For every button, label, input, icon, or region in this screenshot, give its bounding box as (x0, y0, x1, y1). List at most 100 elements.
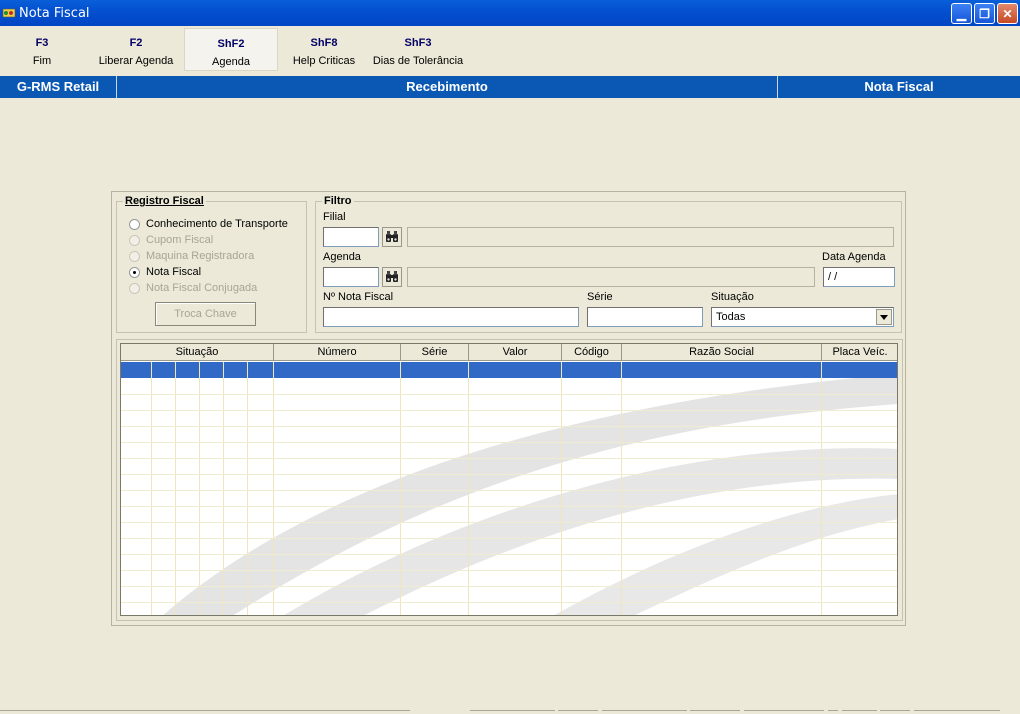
status-segment (744, 710, 824, 714)
radio-label: Nota Fiscal Conjugada (146, 282, 258, 294)
radio-cupom-fiscal[interactable]: Cupom Fiscal (129, 233, 213, 247)
app-icon[interactable] (2, 6, 16, 20)
status-segment (842, 710, 877, 714)
grid-column-line (621, 362, 622, 615)
serie-input[interactable] (587, 307, 703, 327)
fkey-key: ShF8 (310, 37, 338, 49)
serie-label: Série (587, 291, 613, 303)
grid-row-line (121, 586, 897, 587)
radio-nota-fiscal[interactable]: Nota Fiscal (129, 265, 201, 279)
grid-row-line (121, 506, 897, 507)
header-module-name: Recebimento (406, 79, 488, 94)
radio-maquina-registradora[interactable]: Maquina Registradora (129, 249, 254, 263)
grid-row-line (121, 442, 897, 443)
fkey-shf2-agenda[interactable]: ShF2 Agenda (184, 28, 278, 71)
radio-dot (129, 234, 140, 246)
radio-dot-checked (129, 266, 140, 278)
fkey-f3-fim[interactable]: F3 Fim (12, 28, 72, 71)
status-segment (690, 710, 740, 714)
column-header-situacao[interactable]: Situação (121, 344, 274, 361)
grid-column-line (199, 362, 200, 615)
fkey-label: Fim (32, 55, 52, 67)
radio-label: Maquina Registradora (146, 250, 255, 262)
table-row-selected[interactable] (121, 362, 897, 378)
filial-description (407, 227, 894, 247)
data-agenda-label: Data Agenda (822, 251, 886, 263)
grid-row-line (121, 538, 897, 539)
radio-dot (129, 282, 140, 294)
dropdown-arrow-button[interactable] (876, 309, 892, 325)
radio-label: Cupom Fiscal (146, 234, 214, 246)
column-header-razao-social[interactable]: Razão Social (622, 344, 822, 361)
situacao-select[interactable]: Todas (711, 307, 894, 327)
status-segment (558, 710, 598, 714)
status-segment (470, 710, 555, 714)
fkey-shf8-help-criticas[interactable]: ShF8 Help Criticas (288, 28, 360, 71)
chevron-down-icon (880, 314, 888, 320)
agenda-label: Agenda (323, 251, 361, 263)
grid-column-line (821, 362, 822, 615)
nota-fiscal-label: Nº Nota Fiscal (323, 291, 394, 303)
agenda-search-button[interactable] (382, 267, 402, 287)
grid-row-line (121, 602, 897, 603)
fkey-f2-liberar-agenda[interactable]: F2 Liberar Agenda (92, 28, 180, 71)
minimize-button[interactable]: ▁ (951, 3, 972, 24)
fkey-key: F3 (35, 37, 49, 49)
radio-nota-fiscal-conjugada[interactable]: Nota Fiscal Conjugada (129, 281, 257, 295)
title-bar: Nota Fiscal ▁ ❐ ✕ (0, 0, 1020, 26)
filtro-title: Filtro (322, 195, 354, 207)
grid-column-line (151, 362, 152, 615)
grid-column-line (175, 362, 176, 615)
radio-label: Nota Fiscal (146, 266, 202, 278)
column-header-serie[interactable]: Série (401, 344, 469, 361)
filial-search-button[interactable] (382, 227, 402, 247)
grid-row-line (121, 474, 897, 475)
nota-fiscal-input[interactable] (323, 307, 579, 327)
column-header-valor[interactable]: Valor (469, 344, 562, 361)
nota-fiscal-grid[interactable]: Situação Número Série Valor Código Razão… (120, 343, 898, 616)
restore-button[interactable]: ❐ (974, 3, 995, 24)
grid-row-line (121, 458, 897, 459)
close-button[interactable]: ✕ (997, 3, 1018, 24)
fkey-key: ShF2 (217, 38, 245, 50)
function-key-bar: F3 Fim F2 Liberar Agenda ShF2 Agenda ShF… (0, 28, 1020, 72)
grid-row-line (121, 490, 897, 491)
grid-column-line (400, 362, 401, 615)
binoculars-icon (386, 271, 398, 282)
radio-conhecimento-transporte[interactable]: Conhecimento de Transporte (129, 217, 288, 231)
module-header: G-RMS Retail Recebimento Nota Fiscal (0, 76, 1020, 98)
grid-row-line (121, 410, 897, 411)
filial-label: Filial (323, 211, 346, 223)
column-header-codigo[interactable]: Código (562, 344, 622, 361)
status-segment (914, 710, 1000, 714)
status-segment (880, 710, 910, 714)
situacao-label: Situação (711, 291, 754, 303)
grid-column-line (273, 362, 274, 615)
filial-input[interactable] (323, 227, 379, 247)
agenda-input[interactable] (323, 267, 379, 287)
troca-chave-button[interactable]: Troca Chave (155, 302, 256, 326)
fkey-label: Liberar Agenda (98, 55, 174, 67)
radio-dot (129, 250, 140, 262)
registro-fiscal-group: Registro Fiscal Conhecimento de Transpor… (116, 195, 307, 333)
data-agenda-input[interactable]: / / (823, 267, 895, 287)
header-screen-name: Nota Fiscal (864, 79, 934, 94)
situacao-selected-value: Todas (716, 311, 746, 323)
fkey-key: F2 (129, 37, 143, 49)
status-segment (0, 710, 410, 714)
fkey-label: Help Criticas (292, 55, 356, 67)
column-header-placa-veiculo[interactable]: Placa Veíc. (822, 344, 897, 361)
grid-column-line (561, 362, 562, 615)
column-header-numero[interactable]: Número (274, 344, 401, 361)
grid-row-line (121, 394, 897, 395)
status-segment (828, 710, 838, 714)
agenda-description (407, 267, 815, 287)
fkey-shf3-dias-tolerancia[interactable]: ShF3 Dias de Tolerância (370, 28, 466, 71)
window-title: Nota Fiscal (19, 5, 90, 21)
close-icon: ✕ (1002, 6, 1013, 21)
fkey-label: Dias de Tolerância (372, 55, 464, 67)
grid-column-line (468, 362, 469, 615)
minimize-icon: ▁ (956, 6, 967, 21)
radio-dot (129, 218, 140, 230)
background-watermark (163, 374, 897, 615)
